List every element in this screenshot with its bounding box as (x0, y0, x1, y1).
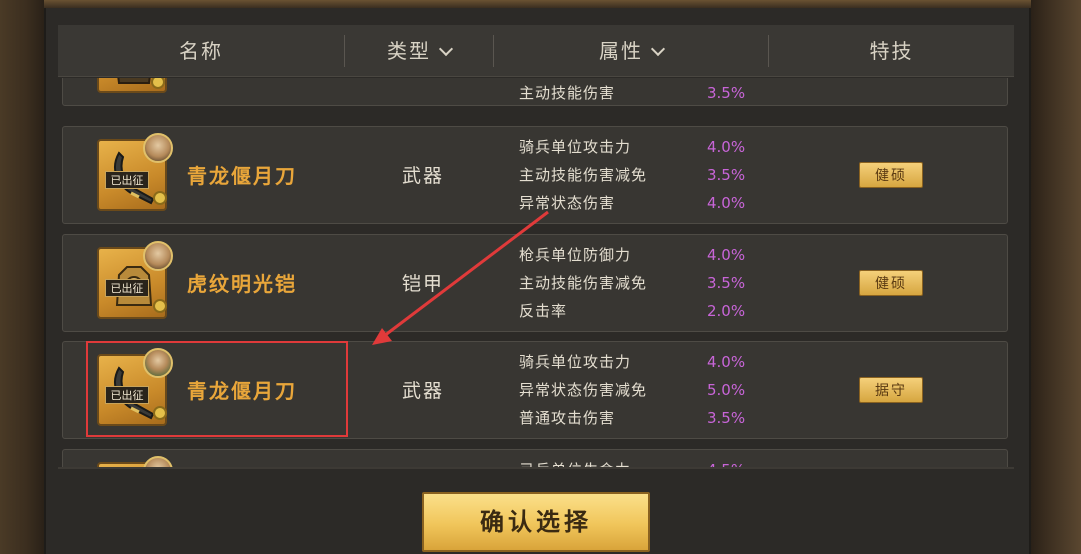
confirm-button[interactable]: 确认选择 (422, 492, 650, 552)
annotation-arrow (372, 210, 549, 345)
